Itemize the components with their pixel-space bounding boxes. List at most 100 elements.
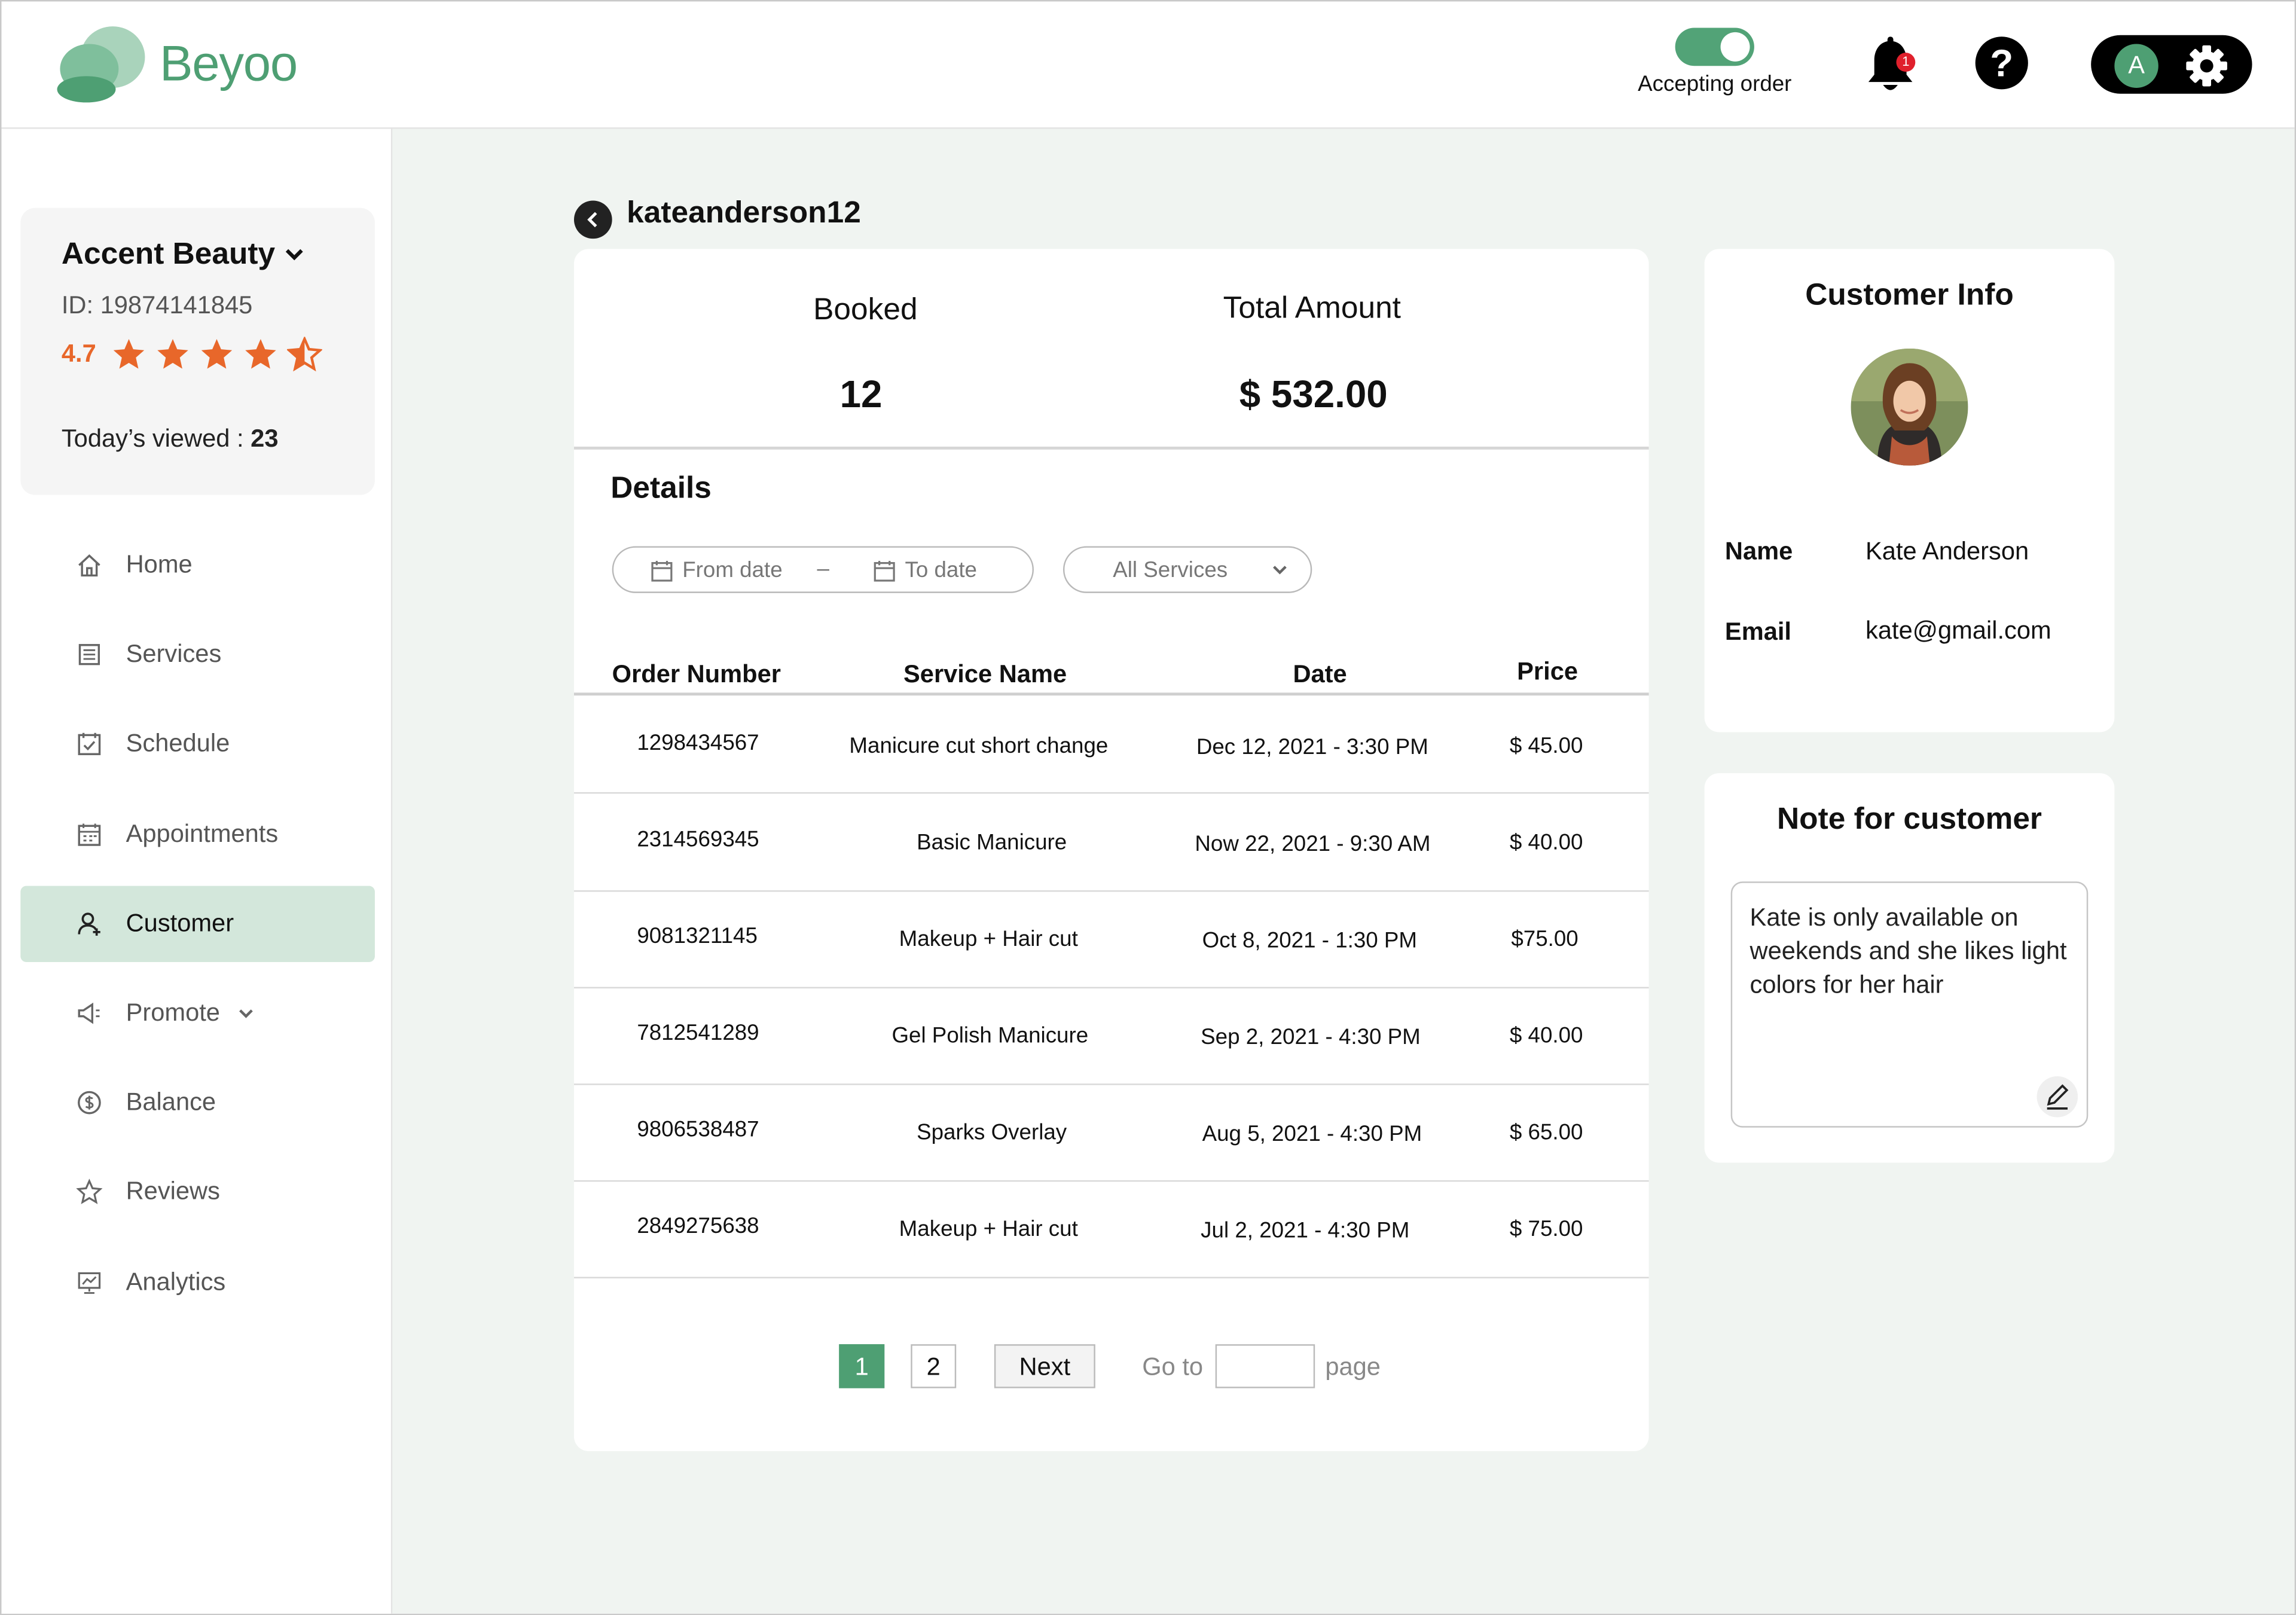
col-header-order-number: Order Number [612,660,781,689]
service-filter-select[interactable]: All Services [1062,546,1312,593]
order-number: 9081321145 [637,924,758,949]
table-row[interactable]: 1298434567 Manicure cut short change Dec… [574,695,1649,794]
order-date: Aug 5, 2021 - 4:30 PM [1202,1121,1422,1147]
total-amount-value: $ 532.00 [1239,372,1388,416]
note-textarea[interactable]: Kate is only available on weekends and s… [1730,881,2089,1128]
note-text: Kate is only available on weekends and s… [1750,903,2067,999]
store-name: Accent Beauty [61,237,276,271]
star-filled-icon [112,338,144,369]
col-header-service-name: Service Name [903,660,1067,689]
customer-username: kateanderson12 [627,196,861,230]
sidebar-item-label: Schedule [126,729,230,758]
help-icon[interactable]: ? [1975,36,2028,90]
accepting-order-label: Accepting order [1638,72,1792,97]
star-half-icon [286,337,322,372]
page-button-1[interactable]: 1 [839,1344,885,1388]
toggle-switch[interactable] [1675,28,1754,66]
order-price: $ 40.00 [1509,830,1583,856]
service-name: Manicure cut short change [849,733,1109,759]
store-selector[interactable]: Accent Beauty [62,237,304,273]
customer-portrait-image [1851,348,1968,466]
store-id: ID: 19874141845 [61,291,253,319]
from-date-placeholder: From date [682,558,783,583]
pagination: 1 2 Next Go to page [839,1344,1425,1391]
service-name: Makeup + Hair cut [899,1217,1078,1242]
viewed-label: Today’s viewed : [61,425,251,453]
accepting-order-toggle[interactable]: Accepting order [1627,28,1803,97]
edit-note-button[interactable] [2037,1076,2078,1118]
sidebar-item-analytics[interactable]: Analytics [20,1244,375,1320]
butterfly-logo-icon [57,26,145,103]
order-date: Now 22, 2021 - 9:30 AM [1195,832,1431,857]
rating-value: 4.7 [61,340,96,368]
list-icon [78,644,100,665]
table-row[interactable]: 7812541289 Gel Polish Manicure Sep 2, 20… [574,987,1649,1085]
user-icon [78,912,100,936]
store-card: Accent Beauty ID: 19874141845 4.7 Today’… [20,207,375,495]
order-price: $ 65.00 [1509,1120,1583,1146]
account-menu[interactable]: A [2091,35,2252,94]
sidebar-item-label: Home [126,550,193,579]
star-filled-icon [245,338,276,369]
sidebar-item-reviews[interactable]: Reviews [20,1155,375,1231]
orders-card: Booked 12 Total Amount $ 532.00 Details … [574,249,1649,1451]
email-label: Email [1724,618,1792,646]
to-date-field[interactable]: To date [873,558,977,583]
viewed-count: 23 [251,425,279,453]
sidebar-item-customer[interactable]: Customer [20,886,375,962]
order-date: Dec 12, 2021 - 3:30 PM [1196,735,1428,761]
service-name: Basic Manicure [917,830,1067,856]
sidebar-item-schedule[interactable]: Schedule [20,706,375,782]
star-filled-icon [200,338,232,369]
star-outline-icon [76,1179,103,1205]
avatar[interactable]: A [2114,44,2158,88]
page-button-2[interactable]: 2 [911,1344,957,1388]
service-filter-value: All Services [1113,558,1228,583]
service-name: Makeup + Hair cut [899,927,1078,952]
col-header-date: Date [1293,660,1347,689]
top-header: Beyoo Accepting order 1 ? A [1,1,2295,129]
note-card: Note for customer Kate is only available… [1704,773,2115,1163]
details-title: Details [610,471,712,505]
home-icon [78,554,100,577]
order-number: 7812541289 [637,1020,759,1046]
customer-info-title: Customer Info [1805,278,2014,312]
order-price: $ 45.00 [1509,733,1583,759]
name-label: Name [1724,537,1793,566]
date-range-filter[interactable]: From date – To date [612,546,1034,593]
calendar-check-icon [78,733,101,756]
table-row[interactable]: 2849275638 Makeup + Hair cut Jul 2, 2021… [574,1180,1649,1278]
goto-page-input[interactable] [1215,1344,1315,1388]
sidebar-item-appointments[interactable]: Appointments [20,796,375,872]
sidebar-nav: Home Services Schedule Appointments Cust… [20,527,375,1334]
sidebar-item-services[interactable]: Services [20,616,375,692]
from-date-field[interactable]: From date [650,558,783,583]
table-row[interactable]: 2314569345 Basic Manicure Now 22, 2021 -… [574,793,1649,892]
sidebar-item-promote[interactable]: Promote [20,975,375,1051]
service-name: Sparks Overlay [917,1120,1067,1146]
col-header-price: Price [1517,657,1578,686]
sidebar-item-balance[interactable]: Balance [20,1065,375,1141]
table-row[interactable]: 9806538487 Sparks Overlay Aug 5, 2021 - … [574,1083,1649,1182]
sidebar-item-home[interactable]: Home [20,527,375,603]
back-button[interactable] [574,200,612,239]
analytics-icon [78,1271,101,1293]
brand-logo[interactable]: Beyoo [54,25,298,104]
order-number: 2314569345 [637,827,759,853]
table-row[interactable]: 9081321145 Makeup + Hair cut Oct 8, 2021… [574,890,1649,989]
next-page-button[interactable]: Next [994,1344,1095,1388]
to-date-placeholder: To date [905,558,978,583]
dollar-circle-icon [78,1091,101,1115]
notification-badge: 1 [1896,53,1916,72]
calendar-grid-icon [78,823,101,845]
chevron-down-icon [285,249,303,261]
order-date: Jul 2, 2021 - 4:30 PM [1201,1218,1410,1244]
note-title: Note for customer [1777,802,2042,836]
megaphone-icon [78,1002,100,1024]
goto-label: Go to [1142,1353,1204,1381]
gear-icon[interactable] [2185,44,2228,87]
calendar-icon [874,560,895,581]
star-filled-icon [157,338,188,369]
toggle-knob [1720,32,1750,62]
sidebar: Accent Beauty ID: 19874141845 4.7 Today’… [1,129,393,1614]
